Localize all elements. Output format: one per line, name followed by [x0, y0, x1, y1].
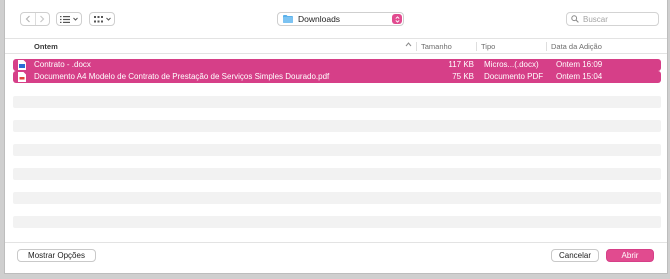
- column-header: Ontem Tamanho Tipo Data da Adição: [5, 38, 667, 54]
- word-document-icon: [18, 60, 26, 70]
- folder-icon: [283, 15, 293, 23]
- chevron-down-icon: [73, 17, 78, 21]
- column-separator: [546, 42, 547, 51]
- location-label: Downloads: [298, 14, 341, 24]
- file-size: 117 KB: [448, 60, 474, 69]
- empty-row-stripes: [13, 96, 661, 240]
- column-type[interactable]: Tipo: [481, 42, 495, 51]
- search-icon: [571, 15, 579, 23]
- sort-ascending-icon[interactable]: [405, 41, 412, 48]
- empty-row: [13, 96, 661, 108]
- empty-row: [13, 144, 661, 156]
- empty-row: [13, 216, 661, 228]
- empty-row: [13, 120, 661, 132]
- forward-button[interactable]: [34, 13, 50, 25]
- column-size[interactable]: Tamanho: [421, 42, 452, 51]
- search-field[interactable]: [566, 12, 659, 26]
- show-options-button[interactable]: Mostrar Opções: [17, 249, 96, 262]
- chevron-right-icon: [40, 15, 45, 23]
- file-size: 75 KB: [452, 72, 474, 81]
- up-down-arrows-icon: [394, 15, 400, 23]
- back-button[interactable]: [21, 13, 35, 25]
- file-date: Ontem 15:04: [556, 72, 603, 81]
- open-button[interactable]: Abrir: [606, 249, 654, 262]
- pdf-document-icon: [18, 72, 26, 82]
- file-name: Documento A4 Modelo de Contrato de Prest…: [34, 72, 330, 81]
- search-input[interactable]: [583, 14, 653, 24]
- empty-row: [13, 192, 661, 204]
- file-type: Documento PDF: [484, 72, 544, 81]
- file-type: Micros...(.docx): [484, 60, 539, 69]
- column-name[interactable]: Ontem: [34, 42, 58, 51]
- grid-view-button[interactable]: [89, 12, 115, 26]
- cancel-button[interactable]: Cancelar: [551, 249, 599, 262]
- file-row[interactable]: Contrato - .docx 117 KB Micros...(.docx)…: [13, 59, 661, 71]
- file-name: Contrato - .docx: [34, 60, 91, 69]
- toolbar: Downloads: [5, 0, 667, 38]
- chevron-down-icon: [105, 17, 111, 21]
- list-view-button[interactable]: [56, 12, 82, 26]
- file-date: Ontem 16:09: [556, 60, 603, 69]
- file-open-dialog: Downloads Ontem Tamanho Tipo Data da Adi…: [4, 0, 668, 274]
- navigation-buttons: [20, 12, 50, 26]
- location-stepper[interactable]: [392, 14, 402, 24]
- column-separator: [476, 42, 477, 51]
- list-icon: [60, 15, 70, 23]
- grid-icon: [93, 15, 103, 22]
- dialog-footer: Mostrar Opções Cancelar Abrir: [5, 242, 667, 272]
- file-list: Contrato - .docx 117 KB Micros...(.docx)…: [13, 59, 661, 83]
- chevron-left-icon: [25, 15, 30, 23]
- empty-row: [13, 168, 661, 180]
- column-separator: [416, 42, 417, 51]
- location-popup[interactable]: Downloads: [277, 12, 404, 26]
- column-date[interactable]: Data da Adição: [551, 42, 602, 51]
- file-row[interactable]: Documento A4 Modelo de Contrato de Prest…: [13, 71, 661, 83]
